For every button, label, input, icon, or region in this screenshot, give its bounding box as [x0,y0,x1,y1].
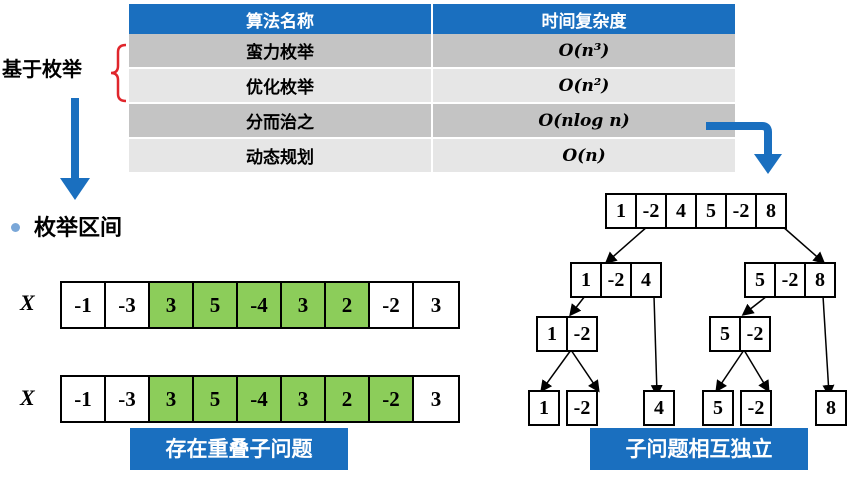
tree-cell: 8 [815,268,825,291]
section-title: 枚举区间 [11,210,122,242]
table-row: 分而治之 O(nlog n) [129,103,735,139]
array-cell: -3 [106,283,150,327]
array-cell-highlighted: 5 [194,377,238,421]
overlapping-subproblems-badge: 存在重叠子问题 [130,428,348,470]
table-row: 动态规划 O(n) [129,138,735,174]
array-cell-highlighted: -2 [370,377,414,421]
header-complexity: 时间复杂度 [432,4,735,34]
algo-name: 分而治之 [129,103,433,139]
algo-name: 优化枚举 [129,68,433,104]
algo-complexity: O(n³) [432,34,735,69]
tree-cell: -2 [637,195,667,227]
tree-leaf-pair: 1 -2 [528,390,598,426]
tree-cell: 5 [746,264,776,296]
red-brace [110,43,127,103]
algo-complexity: O(n) [432,138,735,174]
independent-subproblems-badge: 子问题相互独立 [590,428,808,470]
tree-leaf-single: 8 [815,390,847,426]
array-cell: -1 [62,377,106,421]
tree-left-left-node: 1 -2 [536,316,598,352]
header-algorithm: 算法名称 [129,4,433,34]
tree-cell: 4 [641,268,651,291]
section-title-text: 枚举区间 [34,216,123,241]
tree-right-left-node: 5 -2 [709,316,771,352]
tree-root-node: 1 -2 4 5 -2 8 [605,193,787,229]
tree-cell: 5 [697,195,727,227]
tree-cell: 8 [766,199,776,222]
array-x-label: X [20,290,35,315]
algo-name: 蛮力枚举 [129,34,433,69]
array-cell-highlighted: 3 [282,283,326,327]
tree-leaf: 1 [528,390,560,426]
array-cell: -3 [106,377,150,421]
bullet-icon [11,222,20,232]
tree-cell: 1 [538,318,568,350]
tree-left-node: 1 -2 4 [570,262,662,298]
array-cell-highlighted: -4 [238,377,282,421]
array-cell: -1 [62,283,106,327]
complexity-table: 算法名称 时间复杂度 蛮力枚举 O(n³) 优化枚举 O(n²) 分而治之 O(… [129,4,735,174]
bent-arrow-icon [706,122,782,174]
tree-cell: 1 [572,264,602,296]
tree-cell: 1 [607,195,637,227]
tree-cell: -2 [746,322,764,345]
algo-complexity: O(n²) [432,68,735,104]
tree-cell: 4 [667,195,697,227]
tree-cell: 5 [711,318,741,350]
tree-cell: -2 [573,322,591,345]
algo-complexity: O(nlog n) [432,103,735,139]
tree-leaf: -2 [740,390,772,426]
tree-leaf: -2 [566,390,598,426]
array-cell-highlighted: 3 [282,377,326,421]
array-cell-highlighted: -4 [238,283,282,327]
array-cell-highlighted: 5 [194,283,238,327]
tree-cell: -2 [602,264,632,296]
tree-leaf-single: 4 [643,390,675,426]
array-cell-highlighted: 3 [150,377,194,421]
array-row-1: -1 -3 3 5 -4 3 2 -2 3 [60,281,460,329]
array-x-label: X [20,385,35,410]
tree-right-node: 5 -2 8 [744,262,836,298]
tree-leaf: 5 [702,390,734,426]
tree-leaf: 4 [654,396,664,419]
table-row: 优化枚举 O(n²) [129,68,735,104]
tree-leaf: 8 [826,396,836,419]
array-row-2: -1 -3 3 5 -4 3 2 -2 3 [60,375,460,423]
array-cell: 3 [414,283,458,327]
array-cell-highlighted: 2 [326,377,370,421]
array-cell-highlighted: 2 [326,283,370,327]
algo-name: 动态规划 [129,138,433,174]
tree-cell: -2 [727,195,757,227]
array-cell: 3 [414,377,458,421]
down-arrow-icon [60,98,90,200]
array-cell: -2 [370,283,414,327]
enum-based-label: 基于枚举 [2,57,82,81]
table-row: 蛮力枚举 O(n³) [129,34,735,69]
tree-cell: -2 [776,264,806,296]
array-cell-highlighted: 3 [150,283,194,327]
tree-leaf-pair: 5 -2 [702,390,772,426]
